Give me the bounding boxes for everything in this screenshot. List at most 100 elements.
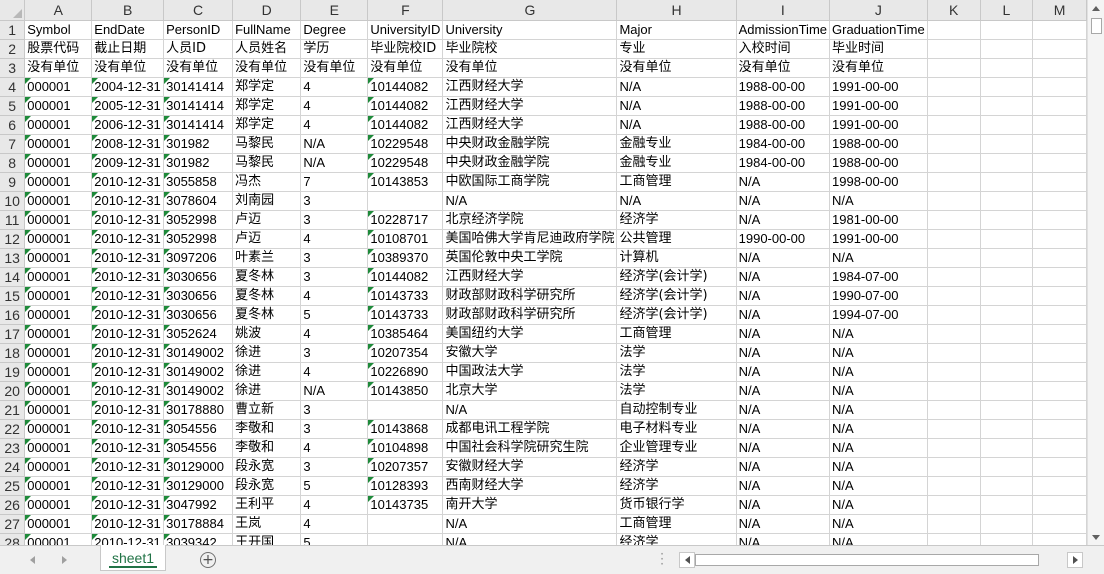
- cell[interactable]: 没有单位: [232, 58, 302, 78]
- cell[interactable]: 30141414: [163, 96, 234, 116]
- cell[interactable]: 没有单位: [442, 58, 618, 78]
- add-sheet-icon[interactable]: +: [200, 552, 216, 568]
- cell[interactable]: [927, 58, 981, 78]
- cell[interactable]: [980, 172, 1034, 192]
- cell[interactable]: 2010-12-31: [91, 286, 165, 306]
- cell[interactable]: 3: [300, 267, 369, 287]
- cell[interactable]: 2010-12-31: [91, 381, 165, 401]
- row-header[interactable]: 5: [0, 96, 26, 116]
- cell[interactable]: 财政部财政科学研究所: [442, 305, 618, 325]
- cell[interactable]: [367, 400, 444, 420]
- row-header[interactable]: 21: [0, 400, 26, 420]
- cell[interactable]: 10143735: [367, 495, 444, 515]
- row-header[interactable]: 8: [0, 153, 26, 173]
- cell[interactable]: 2010-12-31: [91, 362, 165, 382]
- row-header[interactable]: 3: [0, 58, 26, 78]
- cell[interactable]: 姚波: [232, 324, 302, 344]
- cell[interactable]: 10143868: [367, 419, 444, 439]
- cell[interactable]: Major: [616, 20, 737, 40]
- cell[interactable]: 2010-12-31: [91, 514, 165, 534]
- cell[interactable]: 北京经济学院: [442, 210, 618, 230]
- cell[interactable]: [980, 96, 1034, 116]
- cell[interactable]: [367, 514, 444, 534]
- cell[interactable]: [980, 77, 1034, 97]
- cell[interactable]: 000001: [24, 533, 93, 545]
- cell[interactable]: [980, 419, 1034, 439]
- cell[interactable]: 000001: [24, 153, 93, 173]
- cell[interactable]: 000001: [24, 381, 93, 401]
- cell[interactable]: N/A: [829, 362, 928, 382]
- cell[interactable]: 10108701: [367, 229, 444, 249]
- cell[interactable]: 4: [300, 495, 369, 515]
- cell[interactable]: N/A: [829, 381, 928, 401]
- cell[interactable]: [1032, 419, 1087, 439]
- cell[interactable]: 2010-12-31: [91, 419, 165, 439]
- cell[interactable]: 4: [300, 77, 369, 97]
- cell[interactable]: 4: [300, 115, 369, 135]
- cell[interactable]: 1990-07-00: [829, 286, 928, 306]
- cell[interactable]: 30141414: [163, 77, 234, 97]
- cell[interactable]: EndDate: [91, 20, 165, 40]
- cell[interactable]: [1032, 514, 1087, 534]
- cell[interactable]: 3078604: [163, 191, 234, 211]
- cell[interactable]: [1032, 39, 1087, 59]
- column-header[interactable]: B: [91, 0, 165, 21]
- cell[interactable]: [927, 381, 981, 401]
- cell[interactable]: N/A: [736, 381, 831, 401]
- cell[interactable]: [1032, 400, 1087, 420]
- cell[interactable]: [980, 324, 1034, 344]
- cell[interactable]: [1032, 134, 1087, 154]
- cell[interactable]: [927, 286, 981, 306]
- cell[interactable]: 郑学定: [232, 115, 302, 135]
- column-header[interactable]: A: [24, 0, 93, 21]
- scroll-up-arrow-icon[interactable]: [1088, 0, 1104, 16]
- cell[interactable]: [927, 20, 981, 40]
- cell[interactable]: 000001: [24, 191, 93, 211]
- cell[interactable]: 货币银行学: [616, 495, 737, 515]
- cell[interactable]: 南开大学: [442, 495, 618, 515]
- prev-sheet-icon[interactable]: [24, 551, 40, 569]
- column-header[interactable]: F: [367, 0, 444, 21]
- row-header[interactable]: 6: [0, 115, 26, 135]
- cell[interactable]: N/A: [829, 438, 928, 458]
- cell[interactable]: 10207354: [367, 343, 444, 363]
- cell[interactable]: 2010-12-31: [91, 172, 165, 192]
- cell[interactable]: 美国哈佛大学肯尼迪政府学院: [442, 229, 618, 249]
- cell[interactable]: 301982: [163, 153, 234, 173]
- cell[interactable]: 1990-00-00: [736, 229, 831, 249]
- cell[interactable]: [927, 96, 981, 116]
- row-header[interactable]: 26: [0, 495, 26, 515]
- cell[interactable]: 刘南园: [232, 191, 302, 211]
- cell[interactable]: 2010-12-31: [91, 533, 165, 545]
- cell[interactable]: 公共管理: [616, 229, 737, 249]
- cell[interactable]: 李敬和: [232, 419, 302, 439]
- cell[interactable]: 法学: [616, 381, 737, 401]
- cell[interactable]: 4: [300, 286, 369, 306]
- cell[interactable]: 000001: [24, 96, 93, 116]
- cell[interactable]: 000001: [24, 419, 93, 439]
- cell[interactable]: [980, 438, 1034, 458]
- cell[interactable]: GraduationTime: [829, 20, 928, 40]
- cell[interactable]: 10229548: [367, 134, 444, 154]
- cell[interactable]: [1032, 381, 1087, 401]
- cell[interactable]: 000001: [24, 362, 93, 382]
- cell[interactable]: N/A: [736, 324, 831, 344]
- column-header[interactable]: J: [829, 0, 928, 21]
- cell[interactable]: N/A: [736, 248, 831, 268]
- cell[interactable]: 5: [300, 533, 369, 545]
- spreadsheet-grid[interactable]: ABCDEFGHIJKLM 1 Symbol EndDate PersonID Full…: [0, 0, 1087, 545]
- select-all-corner[interactable]: [0, 0, 26, 21]
- cell[interactable]: 10228717: [367, 210, 444, 230]
- cell[interactable]: 3054556: [163, 419, 234, 439]
- cell[interactable]: 10385464: [367, 324, 444, 344]
- cell[interactable]: [980, 210, 1034, 230]
- row-header[interactable]: 17: [0, 324, 26, 344]
- cell[interactable]: 没有单位: [163, 58, 234, 78]
- cell[interactable]: N/A: [829, 400, 928, 420]
- cell[interactable]: 2005-12-31: [91, 96, 165, 116]
- cell[interactable]: 10226890: [367, 362, 444, 382]
- cell[interactable]: [980, 514, 1034, 534]
- cell[interactable]: AdmissionTime: [736, 20, 831, 40]
- cell[interactable]: 10207357: [367, 457, 444, 477]
- cell[interactable]: FullName: [232, 20, 302, 40]
